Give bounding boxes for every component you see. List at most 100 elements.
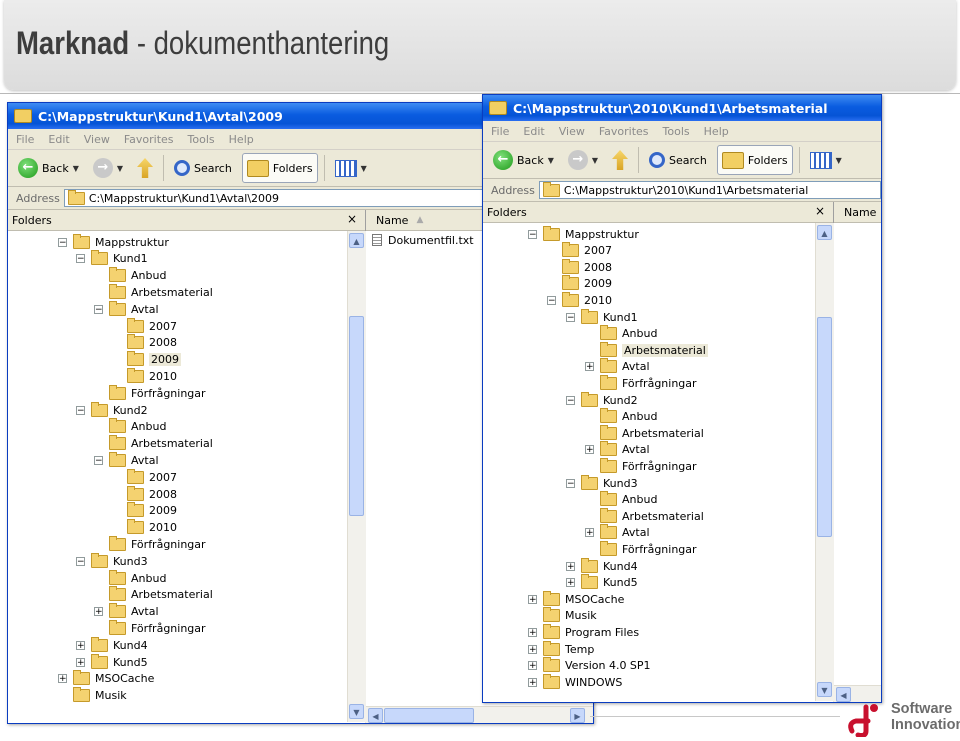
close-icon[interactable]: × [347,212,357,226]
tree-node[interactable]: + Avtal [585,524,650,541]
close-icon[interactable]: × [815,204,825,218]
dropdown-arrow-icon[interactable]: ▼ [73,164,79,173]
expand-icon[interactable]: + [585,362,594,372]
tree-node[interactable]: + Kund4 [566,557,638,574]
tree-node[interactable]: 2009 [127,502,177,519]
tree-node[interactable]: − Mappstruktur [528,225,639,242]
expand-icon[interactable]: + [528,661,537,671]
tree-node[interactable]: + Kund4 [76,636,148,653]
tree-node[interactable]: − Avtal [94,300,159,317]
tree-node[interactable]: Anbud [109,267,166,284]
tree-node[interactable]: Anbud [109,569,166,586]
tree-node[interactable]: + MSOCache [528,590,624,607]
tree-node[interactable]: 2008 [127,485,177,502]
menu-edit[interactable]: Edit [48,133,69,146]
views-button[interactable]: ▼ [806,146,846,174]
tree-node[interactable]: + Temp [528,640,594,657]
tree-node[interactable]: + Program Files [528,623,639,640]
tree-node[interactable]: Anbud [600,325,657,342]
tree-node[interactable]: − Kund2 [566,391,638,408]
scroll-left-icon[interactable]: ◀ [368,708,383,723]
tree-node[interactable]: Förfrågningar [600,457,697,474]
menu-tools[interactable]: Tools [188,133,215,146]
folders-button[interactable]: Folders [716,145,793,175]
collapse-icon[interactable]: − [566,312,575,322]
expand-icon[interactable]: + [528,594,537,604]
menu-favorites[interactable]: Favorites [124,133,174,146]
tree-node[interactable]: Arbetsmaterial [109,435,213,452]
window2-titlebar[interactable]: C:\Mappstruktur\2010\Kund1\Arbetsmateria… [483,95,881,121]
tree-node[interactable]: + WINDOWS [528,673,622,690]
scroll-thumb[interactable] [349,316,364,516]
scroll-right-icon[interactable]: ▶ [570,708,585,723]
tree-node[interactable]: + Version 4.0 SP1 [528,657,651,674]
scroll-up-icon[interactable]: ▲ [817,225,832,240]
expand-icon[interactable]: + [58,674,67,684]
tree-node[interactable]: + Avtal [585,441,650,458]
tree-node[interactable]: Anbud [600,408,657,425]
tree-node[interactable]: Arbetsmaterial [600,507,704,524]
tree-node[interactable]: − Kund1 [566,308,638,325]
collapse-icon[interactable]: − [547,295,556,305]
tree-node[interactable]: 2010 [127,519,177,536]
tree-node[interactable]: 2008 [127,334,177,351]
tree-node[interactable]: Förfrågningar [600,374,697,391]
tree-node[interactable]: 2007 [127,468,177,485]
expand-icon[interactable]: + [76,640,85,650]
tree-node[interactable]: 2007 [562,242,612,259]
tree-node[interactable]: 2009 [562,275,612,292]
tree-node[interactable]: + Kund5 [76,653,148,670]
tree-node[interactable]: Arbetsmaterial [109,586,213,603]
tree-node[interactable]: + MSOCache [58,670,154,687]
back-button[interactable]: ← Back ▼ [489,146,558,174]
menu-favorites[interactable]: Favorites [599,125,649,138]
tree-node[interactable]: − Kund3 [76,552,148,569]
tree-node[interactable]: Musik [543,607,597,624]
expand-icon[interactable]: + [76,657,85,667]
search-button[interactable]: Search [170,154,236,182]
back-button[interactable]: ← Back ▼ [14,154,83,182]
tree-node[interactable]: Anbud [109,418,166,435]
tree-node[interactable]: − Kund3 [566,474,638,491]
expand-icon[interactable]: + [585,445,594,455]
collapse-icon[interactable]: − [566,395,575,405]
expand-icon[interactable]: + [94,607,103,617]
collapse-icon[interactable]: − [76,254,85,264]
tree-node[interactable]: + Avtal [585,358,650,375]
menu-view[interactable]: View [84,133,110,146]
tree-node[interactable]: + Avtal [94,603,159,620]
collapse-icon[interactable]: − [58,237,67,247]
expand-icon[interactable]: + [585,528,594,538]
tree-node[interactable]: − 2010 [547,291,612,308]
tree-node[interactable]: Arbetsmaterial [109,283,213,300]
scroll-down-icon[interactable]: ▼ [349,704,364,719]
menu-edit[interactable]: Edit [523,125,544,138]
menu-file[interactable]: File [16,133,34,146]
search-button[interactable]: Search [645,146,711,174]
tree-node[interactable]: 2010 [127,367,177,384]
dropdown-arrow-icon[interactable]: ▼ [361,164,367,173]
tree-node[interactable]: Anbud [600,491,657,508]
vertical-scrollbar[interactable]: ▲ ▼ [815,223,834,701]
tree-node[interactable]: Musik [73,687,127,704]
menu-view[interactable]: View [559,125,585,138]
menu-tools[interactable]: Tools [663,125,690,138]
up-button[interactable] [133,154,157,182]
address-input[interactable]: C:\Mappstruktur\2010\Kund1\Arbetsmateria… [538,181,881,199]
folders-button[interactable]: Folders [241,153,318,183]
expand-icon[interactable]: + [528,644,537,654]
name-column-header[interactable]: Name [834,202,881,223]
expand-icon[interactable]: + [566,578,575,588]
expand-icon[interactable]: + [528,677,537,687]
tree-node[interactable]: − Mappstruktur [58,233,169,250]
tree-node[interactable]: Arbetsmaterial [600,424,704,441]
tree-node[interactable]: + Kund5 [566,574,638,591]
tree-node[interactable]: Förfrågningar [600,540,697,557]
tree-node[interactable]: − Avtal [94,451,159,468]
tree-node[interactable]: 2007 [127,317,177,334]
tree-node[interactable]: Förfrågningar [109,619,206,636]
expand-icon[interactable]: + [528,627,537,637]
expand-icon[interactable]: + [566,561,575,571]
scroll-down-icon[interactable]: ▼ [817,682,832,697]
scroll-up-icon[interactable]: ▲ [349,233,364,248]
